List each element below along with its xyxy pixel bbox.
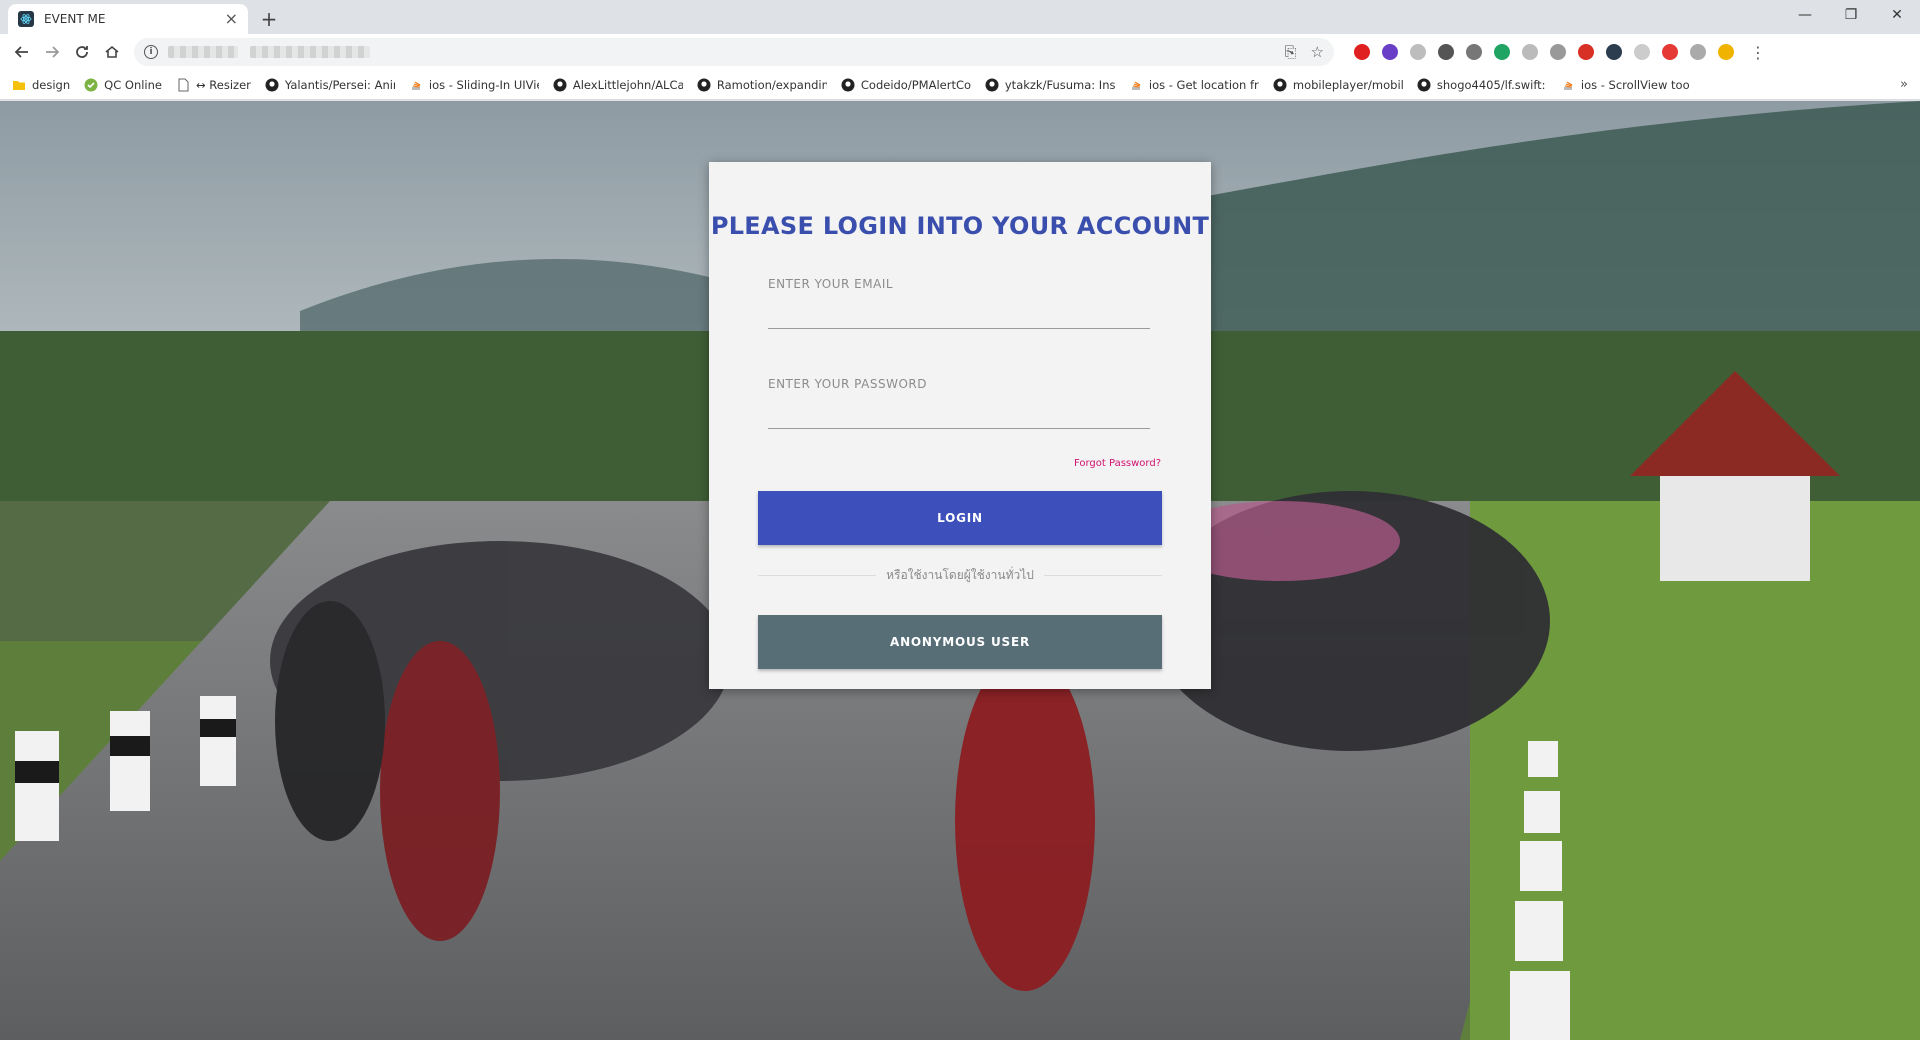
login-card: PLEASE LOGIN INTO YOUR ACCOUNT ENTER YOU… <box>709 162 1211 689</box>
adblock-extension-icon[interactable] <box>1662 44 1678 60</box>
bookmark-label: ↔ Resizer <box>196 77 251 92</box>
anonymous-user-button[interactable]: ANONYMOUS USER <box>758 615 1162 669</box>
login-title: PLEASE LOGIN INTO YOUR ACCOUNT <box>710 212 1210 240</box>
bookmark-star-icon[interactable]: ☆ <box>1311 43 1324 61</box>
site-info-icon[interactable]: i <box>144 45 158 59</box>
divider-text: หรือใช้งานโดยผู้ใช้งานทั่วไป <box>886 567 1034 582</box>
purple-extension-icon[interactable] <box>1382 44 1398 60</box>
forgot-password-link[interactable]: Forgot Password? <box>1074 458 1161 469</box>
react-extension-icon[interactable] <box>1606 44 1622 60</box>
email-field-group: ENTER YOUR EMAIL <box>768 277 1150 329</box>
github-icon <box>265 78 279 92</box>
bookmark-label: ios - Get location fro <box>1148 77 1259 92</box>
opera-extension-icon[interactable] <box>1354 44 1370 60</box>
tab-strip: EVENT ME × + — ❐ ✕ <box>0 0 1920 34</box>
or-divider: หรือใช้งานโดยผู้ใช้งานทั่วไป <box>758 567 1162 583</box>
forward-button[interactable] <box>38 38 66 66</box>
bookmark-item[interactable]: ↔ Resizer <box>176 78 251 92</box>
stackoverflow-icon <box>1561 78 1575 92</box>
chat-extension-icon[interactable] <box>1690 44 1706 60</box>
bookmark-item[interactable]: mobileplayer/mobile <box>1273 78 1403 92</box>
browser-menu-icon[interactable]: ⋮ <box>1750 43 1766 62</box>
light-extension-icon[interactable] <box>1522 44 1538 60</box>
bookmark-item[interactable]: ios - ScrollView too s <box>1561 78 1691 92</box>
bookmarks-bar: design QC Online ↔ Resizer Yalantis/Persei:… <box>0 70 1920 100</box>
divider-line-right <box>1043 574 1162 576</box>
window-controls: — ❐ ✕ <box>1782 0 1920 30</box>
bookmark-label: AlexLittlejohn/ALCam <box>572 77 683 92</box>
bookmark-label: ios - Sliding-In UIVie <box>428 77 539 92</box>
password-field-group: ENTER YOUR PASSWORD <box>768 377 1150 429</box>
new-tab-button[interactable]: + <box>254 4 284 34</box>
reload-button[interactable] <box>68 38 96 66</box>
bookmarks-overflow-icon[interactable]: » <box>1900 77 1908 92</box>
reload-icon <box>76 46 88 58</box>
browser-tab[interactable]: EVENT ME × <box>8 4 248 34</box>
page-icon <box>176 78 190 92</box>
tab-close-icon[interactable]: × <box>225 11 238 27</box>
bookmark-item[interactable]: ios - Sliding-In UIVie <box>409 78 539 92</box>
home-button[interactable] <box>98 38 126 66</box>
minimize-button[interactable]: — <box>1782 0 1828 30</box>
grey-extension-icon[interactable] <box>1410 44 1426 60</box>
folder-icon <box>12 78 26 92</box>
tiger-extension-icon[interactable] <box>1718 44 1734 60</box>
url-text-redacted <box>168 46 370 58</box>
restore-button[interactable]: ❐ <box>1828 0 1874 30</box>
arrow-right-icon <box>46 46 60 58</box>
home-icon <box>105 45 119 58</box>
stackoverflow-icon <box>409 78 423 92</box>
bookmark-item[interactable]: shogo4405/lf.swift: C <box>1417 78 1547 92</box>
bookmark-item[interactable]: ios - Get location fro <box>1129 78 1259 92</box>
bookmark-label: Yalantis/Persei: Anim <box>284 77 395 92</box>
check-icon <box>84 78 98 92</box>
image-extension-icon[interactable] <box>1634 44 1650 60</box>
bookmark-label: QC Online <box>104 77 162 92</box>
grammarly-extension-icon[interactable] <box>1494 44 1510 60</box>
email-input[interactable] <box>768 299 1150 329</box>
bookmark-item[interactable]: design <box>12 78 70 92</box>
browser-toolbar: i ⎘ ☆ ⋮ <box>0 34 1920 70</box>
divider-line-left <box>758 574 877 576</box>
red-extension-icon[interactable] <box>1578 44 1594 60</box>
bookmark-item[interactable]: Yalantis/Persei: Anim <box>265 78 395 92</box>
vue-extension-icon[interactable] <box>1466 44 1482 60</box>
compass-extension-icon[interactable] <box>1438 44 1454 60</box>
tab-title: EVENT ME <box>44 12 106 26</box>
bookmark-item[interactable]: Codeido/PMAlertCon <box>841 78 971 92</box>
github-icon <box>1273 78 1287 92</box>
ruler-extension-icon[interactable] <box>1550 44 1566 60</box>
password-label: ENTER YOUR PASSWORD <box>768 377 927 391</box>
bookmark-label: design <box>32 77 71 92</box>
github-icon <box>553 78 567 92</box>
github-icon <box>985 78 999 92</box>
github-icon <box>697 78 711 92</box>
github-icon <box>841 78 855 92</box>
bookmark-label: shogo4405/lf.swift: C <box>1436 77 1547 92</box>
extensions-row <box>1354 44 1734 60</box>
bookmark-label: Codeido/PMAlertCon <box>860 77 971 92</box>
bookmark-label: ios - ScrollView too s <box>1580 77 1691 92</box>
translate-icon[interactable]: ⎘ <box>1285 43 1297 61</box>
github-icon <box>1417 78 1431 92</box>
arrow-left-icon <box>14 46 28 58</box>
stackoverflow-icon <box>1129 78 1143 92</box>
close-window-button[interactable]: ✕ <box>1874 0 1920 30</box>
bookmark-label: Ramotion/expanding <box>716 77 827 92</box>
bookmark-item[interactable]: AlexLittlejohn/ALCam <box>553 78 683 92</box>
bookmark-label: ytakzk/Fusuma: Insta <box>1004 77 1115 92</box>
omnibox-actions: ⎘ ☆ <box>1285 43 1324 61</box>
page-viewport: PLEASE LOGIN INTO YOUR ACCOUNT ENTER YOU… <box>0 101 1920 1040</box>
bookmark-item[interactable]: Ramotion/expanding <box>697 78 827 92</box>
bookmark-item[interactable]: ytakzk/Fusuma: Insta <box>985 78 1115 92</box>
login-button[interactable]: LOGIN <box>758 491 1162 545</box>
email-label: ENTER YOUR EMAIL <box>768 277 894 291</box>
address-bar[interactable]: i ⎘ ☆ <box>134 38 1334 66</box>
react-logo-icon <box>18 11 34 27</box>
back-button[interactable] <box>8 38 36 66</box>
bookmark-label: mobileplayer/mobile <box>1292 77 1403 92</box>
bookmark-item[interactable]: QC Online <box>84 78 162 92</box>
password-input[interactable] <box>768 399 1150 429</box>
